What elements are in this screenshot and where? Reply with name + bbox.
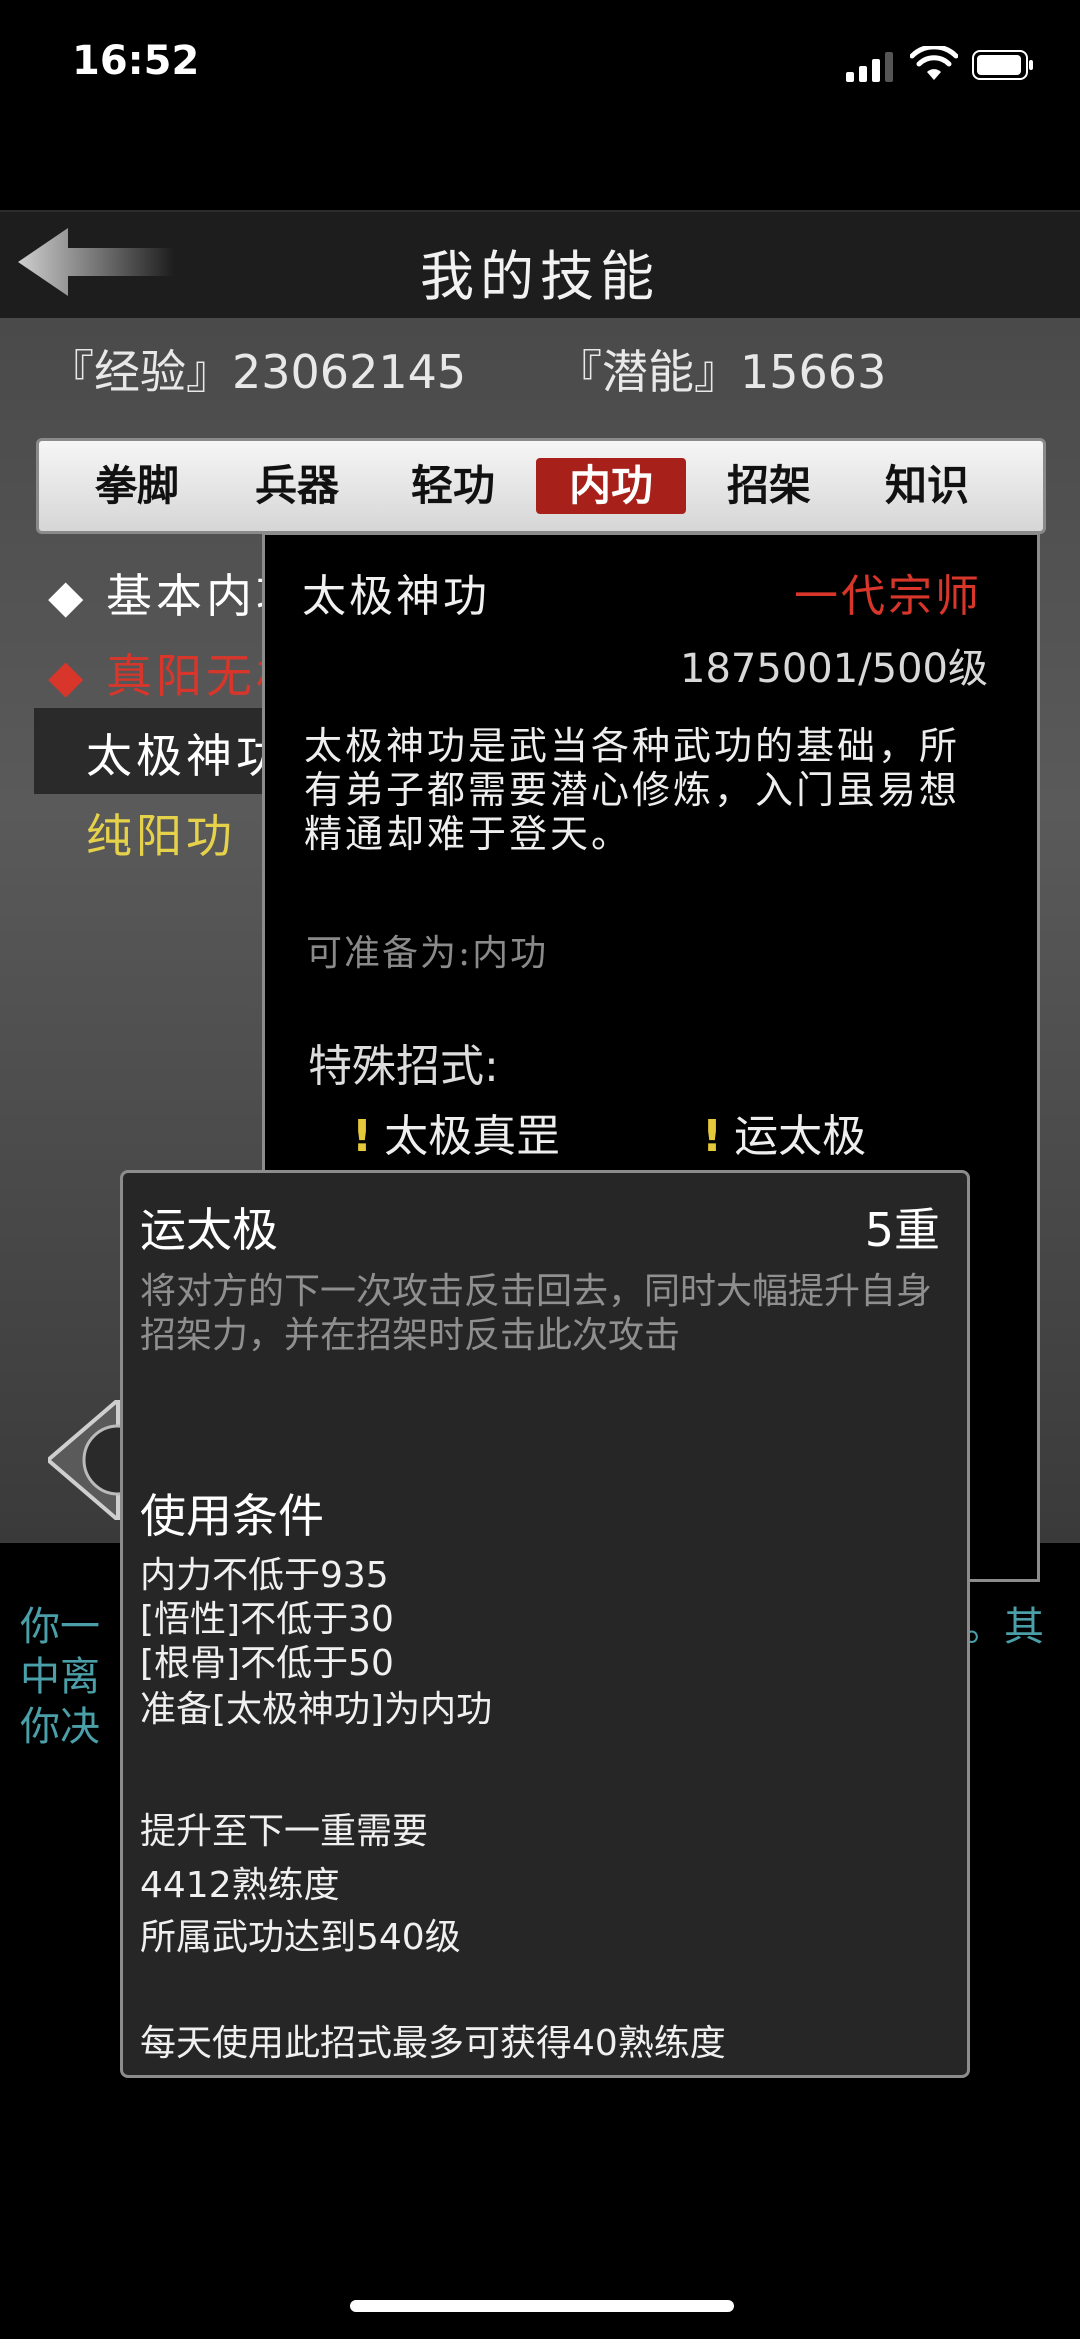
potential-stat: 『潜能』15663 <box>556 345 887 399</box>
skill-item-taiji[interactable]: 太极神功 <box>86 720 286 786</box>
tab-fist[interactable]: 拳脚 <box>62 458 212 514</box>
upgrade-heading: 提升至下一重需要 <box>140 1811 429 1852</box>
conditions-heading: 使用条件 <box>140 1489 324 1543</box>
skill-name: 太极神功 <box>302 571 490 622</box>
daily-note: 每天使用此招式最多可获得40熟练度 <box>140 2023 726 2064</box>
skill-level: 1875001/500级 <box>680 646 988 692</box>
tab-lightness[interactable]: 轻功 <box>378 458 528 514</box>
skill-prepare-as: 可准备为:内功 <box>306 933 549 974</box>
battery-icon <box>972 50 1033 80</box>
log-text-line2: 中离 <box>20 1654 100 1700</box>
tab-knowledge[interactable]: 知识 <box>852 458 1002 514</box>
status-time: 16:52 <box>72 38 200 84</box>
upgrade-requirement-2: 所属武功达到540级 <box>140 1917 461 1958</box>
exclamation-icon: ! <box>352 1111 373 1162</box>
page-title: 我的技能 <box>420 245 660 308</box>
special-move-2-label: 运太极 <box>734 1111 867 1162</box>
upgrade-requirement-1: 4412熟练度 <box>140 1865 340 1906</box>
experience-stat: 『经验』23062145 <box>48 345 467 399</box>
condition-4: 准备[太极神功]为内功 <box>140 1689 493 1730</box>
special-moves-label: 特殊招式: <box>308 1041 499 1092</box>
tab-parry[interactable]: 招架 <box>694 458 844 514</box>
move-description: 将对方的下一次攻击反击回去，同时大幅提升自身招架力，并在招架时反击此次攻击 <box>140 1271 933 1356</box>
special-move-2[interactable]: ! 运太极 <box>702 1100 866 1164</box>
special-move-1-label: 太极真罡 <box>384 1111 561 1162</box>
skill-rank: 一代宗师 <box>794 571 982 622</box>
log-text-line3: 你决 <box>20 1704 100 1750</box>
move-name: 运太极 <box>140 1203 278 1257</box>
home-indicator[interactable] <box>350 2300 734 2312</box>
log-text-line1-end: 。其 <box>964 1604 1044 1650</box>
special-move-1[interactable]: ! 太极真罡 <box>352 1100 560 1164</box>
skill-description: 太极神功是武当各种武功的基础，所有弟子都需要潜心修炼，入门虽易想精通却难于登天。 <box>304 724 961 856</box>
signal-icon <box>846 52 893 82</box>
tab-internal[interactable]: 内功 <box>536 458 686 514</box>
wifi-icon <box>910 46 958 80</box>
move-level: 5重 <box>864 1203 940 1257</box>
exclamation-icon: ! <box>702 1111 723 1162</box>
tab-weapon[interactable]: 兵器 <box>222 458 372 514</box>
condition-3: [根骨]不低于50 <box>140 1643 394 1684</box>
log-text-line1: 你一 <box>20 1604 100 1650</box>
skill-item-chunyang[interactable]: 纯阳功 <box>86 800 236 866</box>
